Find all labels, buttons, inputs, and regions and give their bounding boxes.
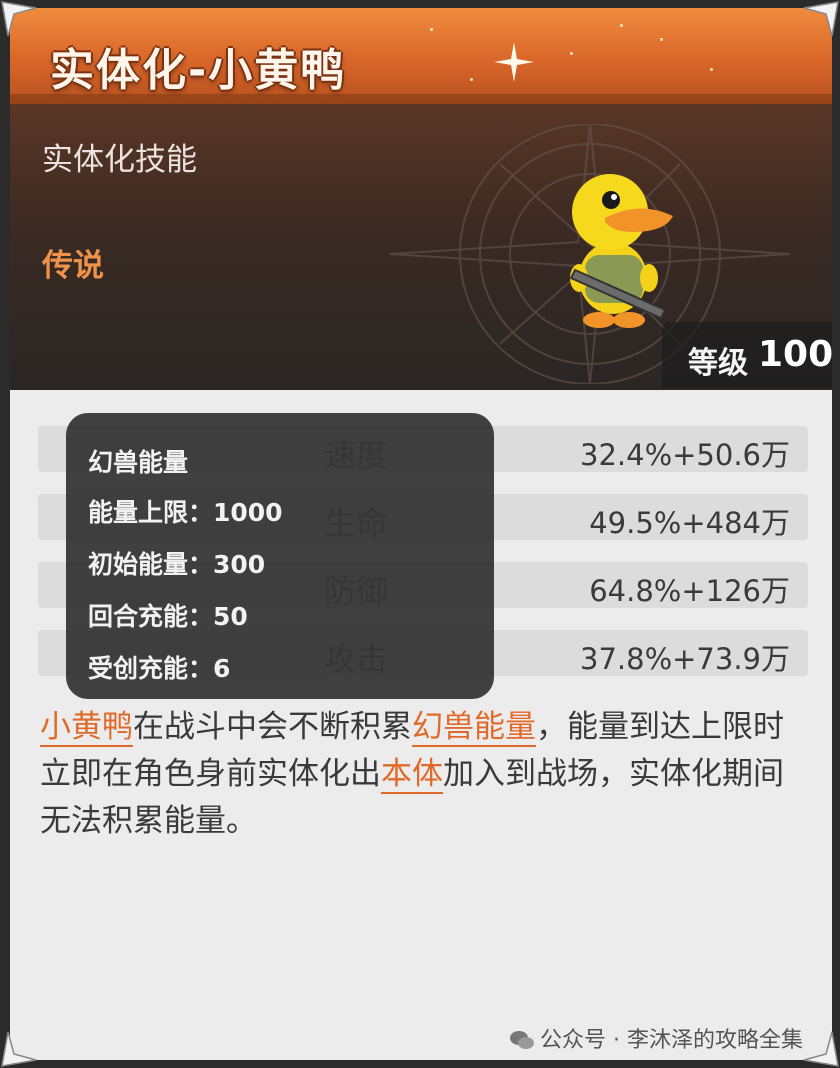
energy-on-hit: 受创充能：6 — [88, 654, 231, 683]
rarity-label: 传说 — [42, 248, 104, 284]
corner-ornament-icon — [803, 1031, 839, 1067]
sparkle-icon — [620, 24, 623, 27]
sparkle-icon — [494, 42, 534, 82]
description-text: 在战斗中会不断积累 — [133, 709, 412, 745]
stat-value: 37.8%+73.9万 — [580, 642, 790, 676]
energy-title: 幻兽能量 — [88, 448, 189, 477]
sparkle-icon — [660, 38, 663, 41]
highlight-body: 本体 — [381, 756, 443, 794]
sparkle-icon — [470, 78, 473, 81]
watermark: 公众号 · 李沐泽的攻略全集 — [510, 1022, 803, 1054]
level-value: 100 — [758, 334, 832, 375]
corner-ornament-icon — [1, 1031, 37, 1067]
wechat-icon — [510, 1031, 534, 1049]
energy-max: 能量上限：1000 — [88, 498, 283, 527]
sparkle-icon — [710, 68, 713, 71]
level-badge: 等级 100 — [662, 322, 832, 388]
energy-tooltip: 幻兽能量 能量上限：1000 初始能量：300 回合充能：50 受创充能：6 — [66, 413, 494, 699]
title-bar: 实体化-小黄鸭 — [10, 8, 832, 104]
highlight-duck: 小黄鸭 — [40, 709, 133, 747]
skill-description: 小黄鸭在战斗中会不断积累幻兽能量，能量到达上限时立即在角色身前实体化出本体加入到… — [40, 704, 800, 845]
skill-card: 实体化-小黄鸭 实体化技能 传说 等级 100 32.4%+50.6万 49.5… — [10, 8, 832, 1060]
skill-info-panel: 实体化技能 传说 等级 100 — [10, 104, 832, 390]
highlight-energy: 幻兽能量 — [412, 709, 536, 747]
stat-value: 64.8%+126万 — [589, 574, 790, 608]
skill-type-label: 实体化技能 — [42, 142, 197, 178]
sparkle-icon — [430, 28, 433, 31]
sparkle-icon — [570, 52, 573, 55]
energy-initial: 初始能量：300 — [88, 550, 266, 579]
corner-ornament-icon — [1, 1, 37, 37]
stat-value: 49.5%+484万 — [589, 506, 790, 540]
watermark-text: 公众号 · 李沐泽的攻略全集 — [540, 1028, 803, 1053]
level-label: 等级 — [688, 346, 748, 381]
page-title: 实体化-小黄鸭 — [50, 45, 347, 96]
energy-per-turn: 回合充能：50 — [88, 602, 248, 631]
corner-ornament-icon — [803, 1, 839, 37]
stat-value: 32.4%+50.6万 — [580, 438, 790, 472]
duck-character-icon — [569, 174, 673, 328]
